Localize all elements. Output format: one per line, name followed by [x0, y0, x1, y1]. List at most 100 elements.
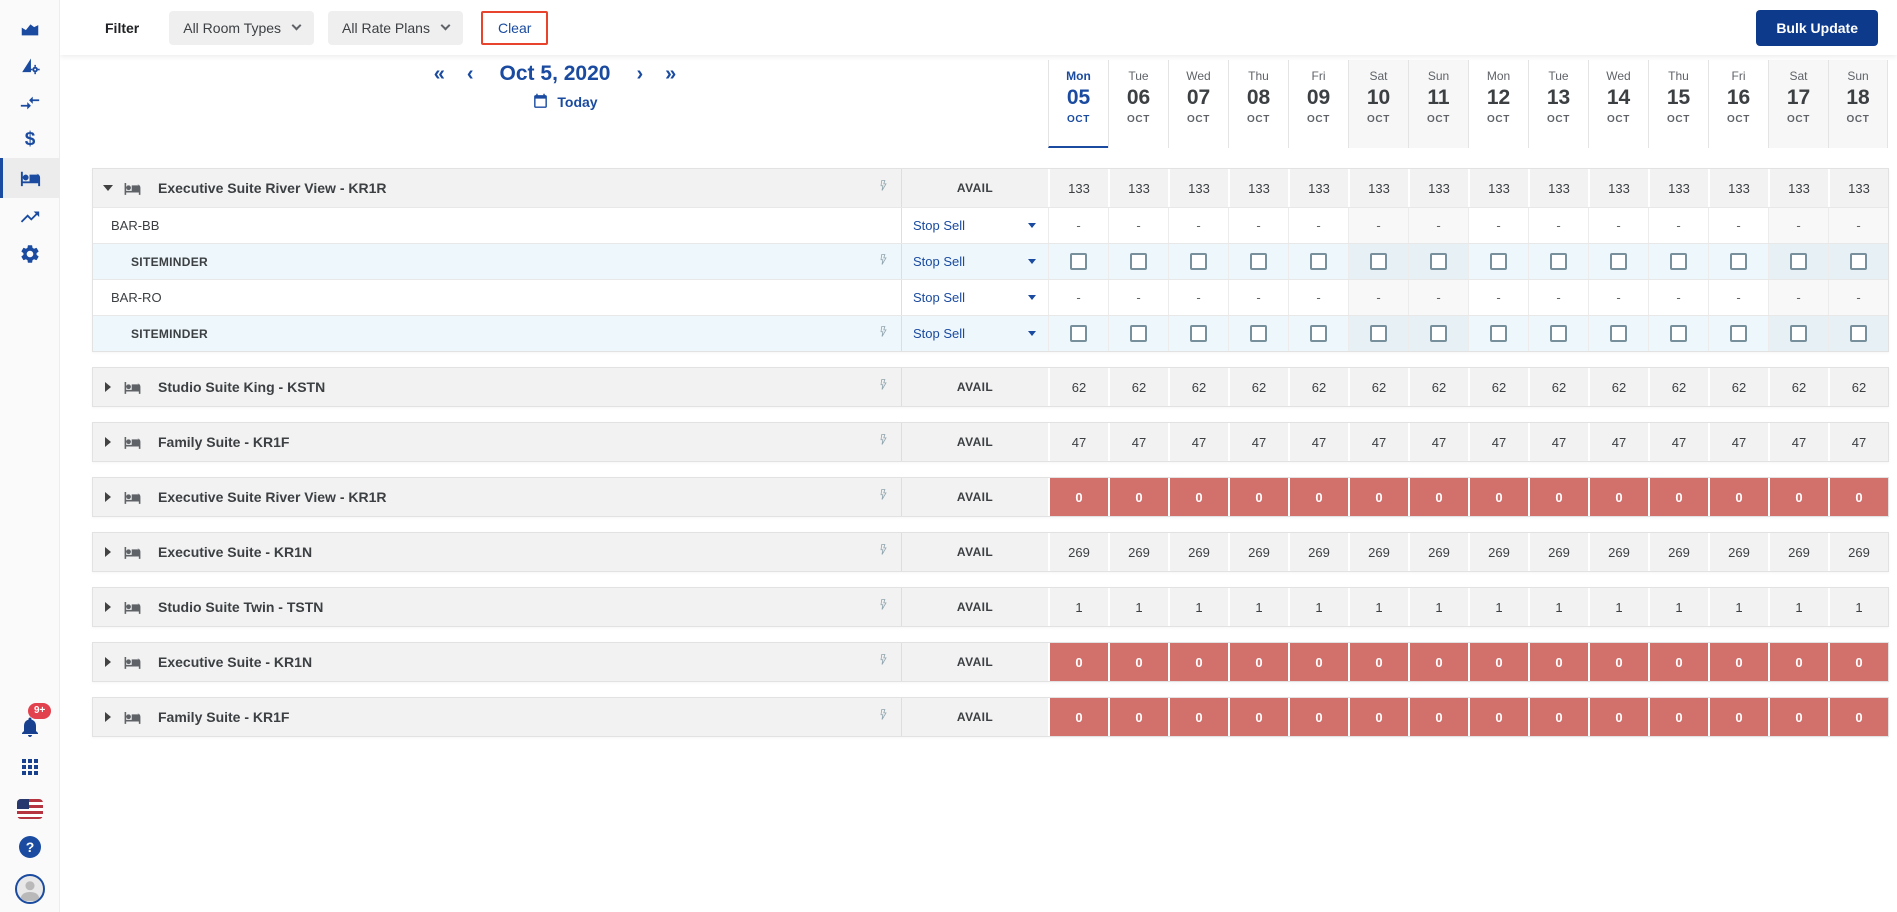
- rate-day-cell: -: [1348, 208, 1408, 243]
- availability-checkbox[interactable]: [1130, 253, 1147, 270]
- sidebar-item-dashboard[interactable]: [0, 10, 60, 47]
- today-button-label: Today: [557, 94, 597, 110]
- room-type-row[interactable]: Family Suite - KR1FAVAIL00000000000000: [93, 698, 1888, 736]
- rate-day-cell: -: [1108, 208, 1168, 243]
- rate-day-cell: -: [1408, 280, 1468, 315]
- expand-icon[interactable]: [105, 547, 111, 557]
- next-day-icon[interactable]: ›: [636, 64, 643, 84]
- availability-value-cell: 269: [1588, 533, 1648, 571]
- stop-sell-dropdown[interactable]: Stop Sell: [902, 208, 1048, 243]
- empty-value-dash: -: [1076, 290, 1080, 305]
- availability-checkbox[interactable]: [1610, 325, 1627, 342]
- bed-icon: [123, 488, 142, 507]
- dropdown-caret-icon: [1028, 331, 1036, 336]
- sidebar-item-rates[interactable]: $: [0, 121, 60, 158]
- rate-day-cell: -: [1648, 208, 1708, 243]
- availability-value-cell: 62: [1468, 368, 1528, 406]
- sidebar-item-rate-shopper[interactable]: [0, 47, 60, 84]
- stop-sell-dropdown[interactable]: Stop Sell: [902, 244, 1048, 279]
- availability-checkbox[interactable]: [1190, 325, 1207, 342]
- room-types-dropdown[interactable]: All Room Types: [169, 11, 314, 45]
- availability-value-cell: 0: [1168, 698, 1228, 736]
- avail-header-cell: AVAIL: [901, 478, 1048, 516]
- availability-checkbox[interactable]: [1490, 325, 1507, 342]
- availability-checkbox[interactable]: [1550, 325, 1567, 342]
- availability-checkbox[interactable]: [1790, 253, 1807, 270]
- availability-checkbox[interactable]: [1310, 253, 1327, 270]
- availability-checkbox[interactable]: [1490, 253, 1507, 270]
- availability-checkbox[interactable]: [1730, 325, 1747, 342]
- notifications-button[interactable]: 9+: [0, 705, 60, 749]
- sidebar-item-settings[interactable]: [0, 235, 60, 272]
- room-type-row[interactable]: Family Suite - KR1FAVAIL4747474747474747…: [93, 423, 1888, 461]
- room-type-row[interactable]: Executive Suite River View - KR1RAVAIL13…: [93, 169, 1888, 207]
- flash-icon: [878, 652, 890, 673]
- person-icon: [17, 876, 43, 902]
- rate-day-cell: -: [1468, 280, 1528, 315]
- channel-day-cell: [1528, 316, 1588, 351]
- room-type-row[interactable]: Executive Suite - KR1NAVAIL2692692692692…: [93, 533, 1888, 571]
- stop-sell-dropdown[interactable]: Stop Sell: [902, 316, 1048, 351]
- collapse-icon[interactable]: [103, 185, 113, 191]
- help-button[interactable]: ?: [19, 836, 41, 858]
- availability-checkbox[interactable]: [1190, 253, 1207, 270]
- expand-icon[interactable]: [105, 382, 111, 392]
- availability-value-cell: 0: [1588, 698, 1648, 736]
- availability-checkbox[interactable]: [1370, 253, 1387, 270]
- first-page-icon[interactable]: «: [434, 64, 445, 84]
- room-type-row[interactable]: Studio Suite Twin - TSTNAVAIL11111111111…: [93, 588, 1888, 626]
- sidebar-item-availability[interactable]: [0, 158, 60, 198]
- availability-checkbox[interactable]: [1790, 325, 1807, 342]
- availability-checkbox[interactable]: [1670, 253, 1687, 270]
- clear-filters-button[interactable]: Clear: [481, 11, 548, 45]
- apps-menu-button[interactable]: [18, 755, 42, 784]
- calendar-day-header: Fri09OCT: [1288, 60, 1348, 148]
- expand-icon[interactable]: [105, 437, 111, 447]
- availability-value-cell: 0: [1288, 643, 1348, 681]
- rate-day-cell: -: [1228, 280, 1288, 315]
- availability-value-cell: 133: [1228, 169, 1288, 207]
- availability-checkbox[interactable]: [1250, 325, 1267, 342]
- availability-checkbox[interactable]: [1550, 253, 1567, 270]
- sidebar-item-channel-sync[interactable]: [0, 84, 60, 121]
- expand-icon[interactable]: [105, 712, 111, 722]
- prev-day-icon[interactable]: ‹: [467, 64, 474, 84]
- availability-checkbox[interactable]: [1070, 325, 1087, 342]
- availability-checkbox[interactable]: [1730, 253, 1747, 270]
- rate-plan-name-cell: BAR-RO: [93, 280, 901, 315]
- bulk-update-button[interactable]: Bulk Update: [1756, 10, 1878, 46]
- chevron-down-icon: [441, 21, 451, 31]
- expand-icon[interactable]: [105, 492, 111, 502]
- language-flag-icon[interactable]: [17, 799, 43, 819]
- expand-icon[interactable]: [105, 657, 111, 667]
- availability-checkbox[interactable]: [1430, 325, 1447, 342]
- room-type-row[interactable]: Executive Suite - KR1NAVAIL0000000000000…: [93, 643, 1888, 681]
- availability-checkbox[interactable]: [1670, 325, 1687, 342]
- sidebar-item-reports[interactable]: [0, 198, 60, 235]
- room-types-dropdown-value: All Room Types: [183, 20, 281, 36]
- rate-plans-dropdown[interactable]: All Rate Plans: [328, 11, 463, 45]
- availability-value-cell: 133: [1108, 169, 1168, 207]
- availability-checkbox[interactable]: [1430, 253, 1447, 270]
- availability-value-cell: 133: [1708, 169, 1768, 207]
- channel-day-cell: [1828, 244, 1888, 279]
- empty-value-dash: -: [1136, 290, 1140, 305]
- availability-checkbox[interactable]: [1250, 253, 1267, 270]
- availability-checkbox[interactable]: [1070, 253, 1087, 270]
- availability-checkbox[interactable]: [1310, 325, 1327, 342]
- room-type-row[interactable]: Studio Suite King - KSTNAVAIL62626262626…: [93, 368, 1888, 406]
- availability-checkbox[interactable]: [1850, 325, 1867, 342]
- room-type-row[interactable]: Executive Suite River View - KR1RAVAIL00…: [93, 478, 1888, 516]
- availability-checkbox[interactable]: [1130, 325, 1147, 342]
- last-page-icon[interactable]: »: [665, 64, 676, 84]
- availability-checkbox[interactable]: [1610, 253, 1627, 270]
- availability-checkbox[interactable]: [1850, 253, 1867, 270]
- today-button[interactable]: Today: [70, 93, 1060, 110]
- expand-icon[interactable]: [105, 602, 111, 612]
- availability-value-cell: 269: [1168, 533, 1228, 571]
- user-avatar[interactable]: [15, 874, 45, 904]
- rate-day-cell: -: [1348, 280, 1408, 315]
- channel-day-cell: [1048, 316, 1108, 351]
- stop-sell-dropdown[interactable]: Stop Sell: [902, 280, 1048, 315]
- availability-checkbox[interactable]: [1370, 325, 1387, 342]
